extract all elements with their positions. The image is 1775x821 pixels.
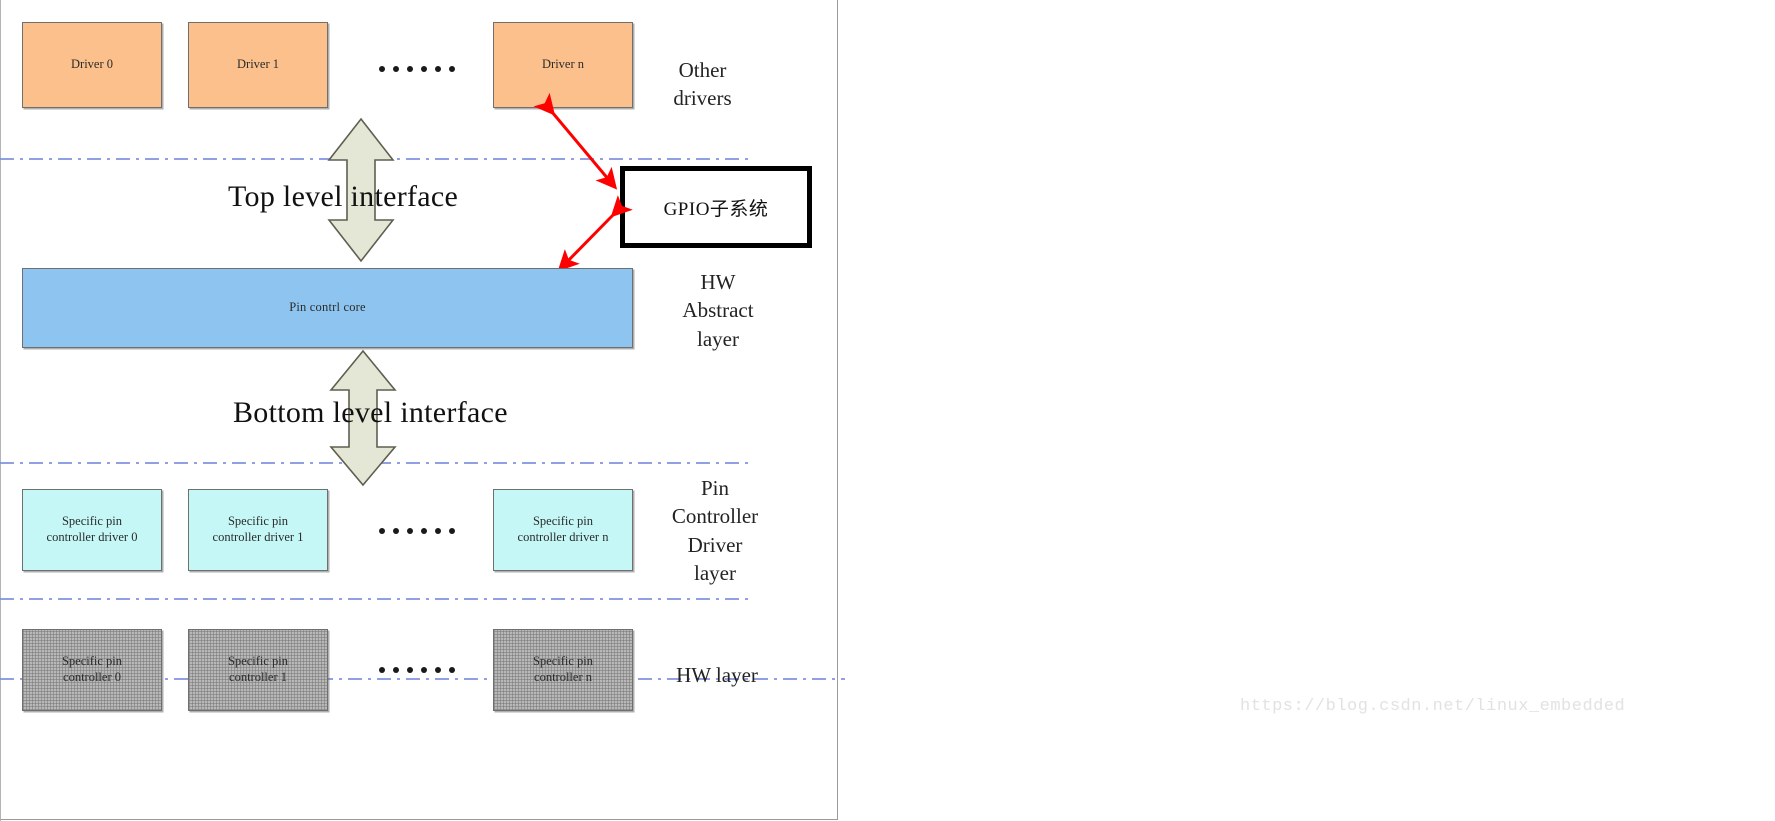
- specific-driver-box-1[interactable]: Specific pin controller driver 1: [188, 489, 328, 571]
- side-label-other-drivers: Other drivers: [673, 58, 732, 111]
- driver-box-n[interactable]: Driver n: [493, 22, 633, 108]
- side-label-hw-abstract-layer: HW Abstract layer: [682, 270, 754, 351]
- gpio-subsystem-box[interactable]: GPIO子系统: [620, 166, 812, 248]
- drivers-ellipsis: [379, 66, 455, 72]
- specific-drivers-ellipsis: [379, 528, 455, 534]
- hw-box-1-label: Specific pin controller 1: [227, 654, 289, 684]
- specific-driver-box-0[interactable]: Specific pin controller driver 0: [22, 489, 162, 571]
- divider-driver-layer: [0, 598, 748, 600]
- driver-box-n-label: Driver n: [542, 57, 584, 72]
- hw-box-1[interactable]: Specific pin controller 1: [188, 629, 328, 711]
- specific-driver-box-0-label: Specific pin controller driver 0: [46, 514, 138, 544]
- pin-control-core-label: Pin contrl core: [289, 300, 366, 315]
- watermark-url: https://blog.csdn.net/linux_embedded: [1240, 697, 1626, 716]
- plate-left-edge: [0, 0, 1, 821]
- top-level-interface-caption: Top level interface: [228, 180, 459, 213]
- side-label-hw-layer: HW layer: [676, 663, 758, 687]
- hw-box-0[interactable]: Specific pin controller 0: [22, 629, 162, 711]
- driver-box-0[interactable]: Driver 0: [22, 22, 162, 108]
- specific-driver-box-1-label: Specific pin controller driver 1: [212, 514, 304, 544]
- driver-box-0-label: Driver 0: [71, 57, 113, 72]
- driver-box-1-label: Driver 1: [237, 57, 279, 72]
- bottom-level-interface-caption: Bottom level interface: [233, 396, 508, 429]
- hardware-ellipsis: [379, 667, 455, 673]
- driver-box-1[interactable]: Driver 1: [188, 22, 328, 108]
- specific-driver-box-n-label: Specific pin controller driver n: [517, 514, 609, 544]
- specific-driver-box-n[interactable]: Specific pin controller driver n: [493, 489, 633, 571]
- diagram-canvas: Driver 0 Driver 1 Driver n Other drivers…: [0, 0, 1775, 821]
- side-label-pin-controller-driver-layer: Pin Controller Driver layer: [671, 476, 759, 586]
- hw-box-0-label: Specific pin controller 0: [61, 654, 123, 684]
- hw-box-n[interactable]: Specific pin controller n: [493, 629, 633, 711]
- pin-control-core-box[interactable]: Pin contrl core: [22, 268, 633, 348]
- hw-box-n-label: Specific pin controller n: [532, 654, 594, 684]
- gpio-subsystem-label: GPIO子系统: [663, 198, 769, 220]
